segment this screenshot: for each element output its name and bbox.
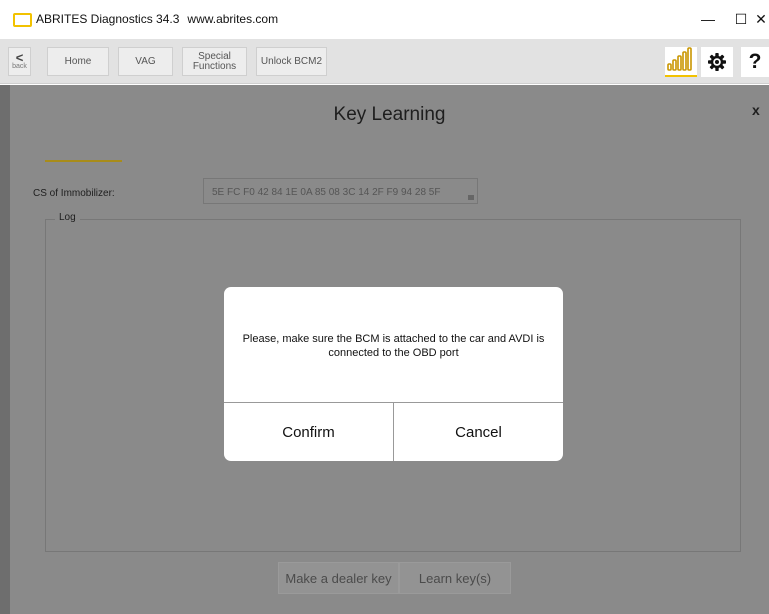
cs-immobilizer-value: 5E FC F0 42 84 1E 0A 85 08 3C 14 2F F9 9…: [212, 187, 441, 198]
make-dealer-key-button[interactable]: Make a dealer key: [278, 562, 399, 594]
app-name: ABRITES Diagnostics 34.3: [36, 12, 180, 26]
app-url: www.abrites.com: [187, 12, 279, 26]
app-logo-icon: [13, 13, 32, 27]
nav-home-button[interactable]: Home: [47, 47, 109, 76]
navigation-bar: < back Home VAG Special Functions Unlock…: [0, 39, 769, 84]
learn-keys-button[interactable]: Learn key(s): [399, 562, 511, 594]
gear-icon: [708, 53, 726, 71]
log-label: Log: [55, 212, 80, 223]
cancel-button[interactable]: Cancel: [394, 403, 563, 461]
nav-vag-button[interactable]: VAG: [118, 47, 173, 76]
signal-strength-indicator[interactable]: [665, 47, 697, 77]
close-panel-button[interactable]: x: [752, 102, 760, 118]
window-title: ABRITES Diagnostics 34.3 www.abrites.com: [36, 12, 278, 26]
accent-underline: [45, 160, 122, 162]
window-title-bar: ABRITES Diagnostics 34.3 www.abrites.com …: [0, 0, 769, 39]
settings-button[interactable]: [701, 47, 733, 77]
back-button[interactable]: < back: [8, 47, 31, 76]
nav-unlock-bcm2-button[interactable]: Unlock BCM2: [256, 47, 327, 76]
help-button[interactable]: ?: [741, 47, 769, 77]
confirm-button[interactable]: Confirm: [224, 403, 393, 461]
cs-immobilizer-field[interactable]: 5E FC F0 42 84 1E 0A 85 08 3C 14 2F F9 9…: [203, 178, 478, 204]
cs-immobilizer-label: CS of Immobilizer:: [33, 188, 115, 199]
back-label: back: [12, 63, 27, 70]
dialog-message: Please, make sure the BCM is attached to…: [242, 333, 545, 359]
page-title: Key Learning: [333, 104, 446, 125]
nav-special-functions-button[interactable]: Special Functions: [182, 47, 247, 76]
bcm-confirmation-dialog: Please, make sure the BCM is attached to…: [224, 287, 563, 461]
signal-bars-icon: [667, 47, 692, 71]
back-chevron-icon: <: [15, 50, 24, 65]
close-window-button[interactable]: ✕: [741, 4, 769, 34]
resize-grip-icon: [468, 195, 474, 200]
